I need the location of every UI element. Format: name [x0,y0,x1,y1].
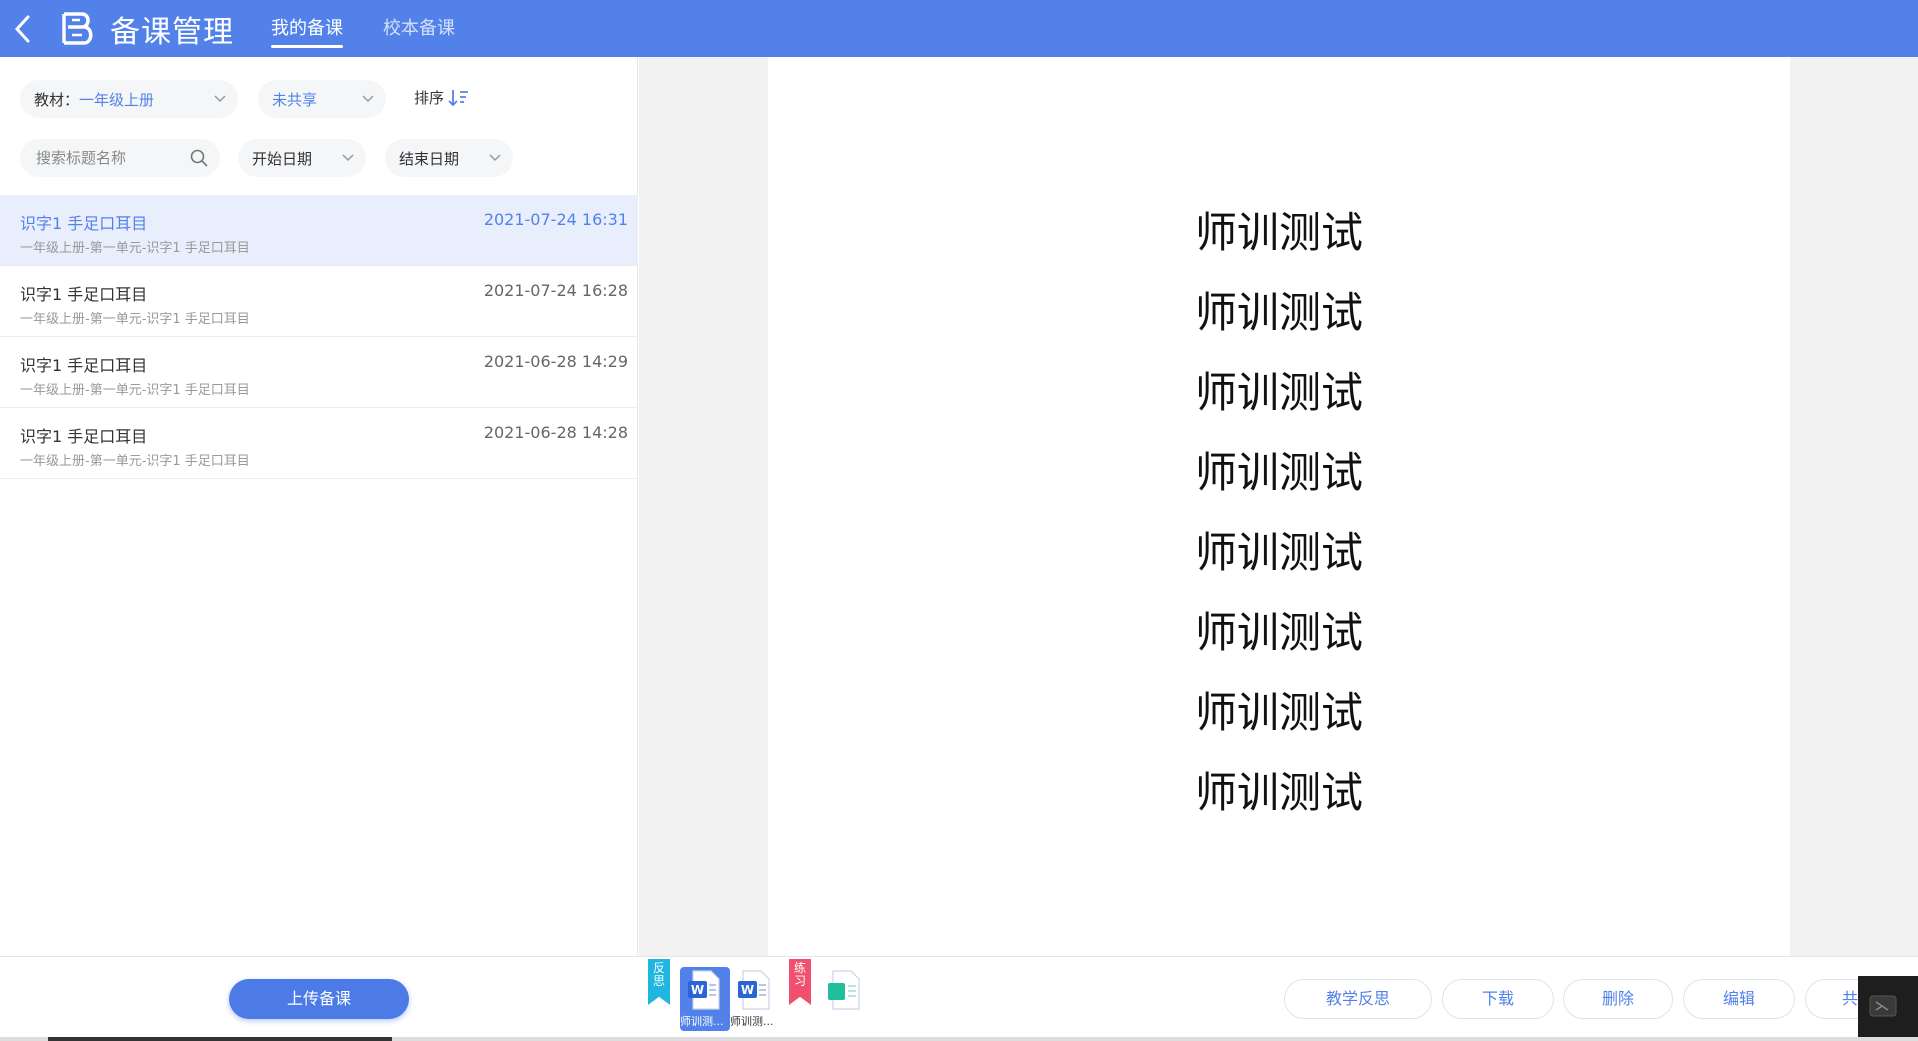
tab-my-lessons[interactable]: 我的备课 [271,14,343,48]
app-logo-icon [62,11,93,45]
file-name: 师训测... [730,1015,774,1028]
document-text-line: 师训测试 [1194,208,1363,257]
scrollbar-thumb[interactable] [48,1037,392,1041]
file-chip[interactable] [820,967,870,1031]
document-text-line: 师训测试 [1194,368,1363,417]
chevron-down-icon [342,154,354,162]
end-date-label: 结束日期 [399,149,460,168]
delete-button[interactable]: 删除 [1563,979,1673,1019]
list-item[interactable]: 识字1 手足口耳目 一年级上册-第一单元-识字1 手足口耳目 2021-07-2… [0,195,638,266]
chevron-left-icon [14,15,30,42]
bottom-toolbar: 上传备课 反思 W 师训测... W 师训测... 练习 教学反思 下载 删除 … [0,956,1918,1041]
screen-cast-icon [1869,995,1897,1017]
search-input[interactable] [36,149,176,167]
list-item[interactable]: 识字1 手足口耳目 一年级上册-第一单元-识字1 手足口耳目 2021-07-2… [0,266,638,337]
search-icon[interactable] [190,149,208,167]
lesson-title: 识字1 手足口耳目 [20,285,148,304]
word-doc-icon: W [688,970,720,1010]
lesson-path: 一年级上册-第一单元-识字1 手足口耳目 [20,383,250,398]
document-text-line: 师训测试 [1194,448,1363,497]
lesson-title: 识字1 手足口耳目 [20,427,148,446]
sort-icon [448,89,469,106]
list-item[interactable]: 识字1 手足口耳目 一年级上册-第一单元-识字1 手足口耳目 2021-06-2… [0,337,638,408]
share-status-select[interactable]: 未共享 [258,80,386,118]
document-text-line: 师训测试 [1194,768,1363,817]
svg-text:W: W [691,983,704,997]
top-bar: 备课管理 我的备课 校本备课 [0,0,1918,57]
lesson-title: 识字1 手足口耳目 [20,356,148,375]
chevron-down-icon [489,154,501,162]
app-title: 备课管理 [110,14,234,50]
list-item[interactable]: 识字1 手足口耳目 一年级上册-第一单元-识字1 手足口耳目 2021-06-2… [0,408,638,479]
svg-text:W: W [741,983,754,997]
lesson-path: 一年级上册-第一单元-识字1 手足口耳目 [20,312,250,327]
share-status-value: 未共享 [272,90,318,109]
tab-school-lessons[interactable]: 校本备课 [383,14,455,40]
sort-label: 排序 [414,89,445,107]
search-box [20,139,220,177]
back-button[interactable] [0,0,44,57]
file-chip[interactable]: W 师训测... [680,967,730,1031]
lesson-time: 2021-06-28 14:29 [483,352,628,371]
document-text-line: 师训测试 [1194,528,1363,577]
document-page: 师训测试 师训测试 师训测试 师训测试 师训测试 师训测试 师训测试 师训测试 [768,57,1790,957]
textbook-label: 教材： [34,90,80,109]
textbook-value: 一年级上册 [79,90,155,109]
practice-sheet-icon [828,970,860,1010]
lesson-title: 识字1 手足口耳目 [20,214,148,233]
lesson-time: 2021-07-24 16:28 [483,281,628,300]
download-button[interactable]: 下载 [1442,979,1554,1019]
teaching-reflection-button[interactable]: 教学反思 [1284,979,1432,1019]
sort-button[interactable]: 排序 [414,87,470,108]
word-doc-icon: W [738,970,770,1010]
file-chip[interactable]: W 师训测... [730,967,780,1031]
practice-ribbon: 练习 [789,959,811,1005]
chevron-down-icon [362,95,374,103]
start-date-picker[interactable]: 开始日期 [238,139,366,177]
lesson-time: 2021-06-28 14:28 [483,423,628,442]
lesson-path: 一年级上册-第一单元-识字1 手足口耳目 [20,241,250,256]
horizontal-scrollbar[interactable] [0,1037,1918,1041]
lesson-path: 一年级上册-第一单元-识字1 手足口耳目 [20,454,250,469]
end-date-picker[interactable]: 结束日期 [385,139,513,177]
document-text-line: 师训测试 [1194,688,1363,737]
document-text-line: 师训测试 [1194,608,1363,657]
lesson-list: 识字1 手足口耳目 一年级上册-第一单元-识字1 手足口耳目 2021-07-2… [0,195,638,479]
textbook-select[interactable]: 教材： 一年级上册 [20,80,238,118]
floating-widget[interactable] [1858,976,1918,1041]
start-date-label: 开始日期 [252,149,313,168]
chevron-down-icon [214,95,226,103]
reflection-ribbon: 反思 [648,959,670,1005]
edit-button[interactable]: 编辑 [1683,979,1795,1019]
lesson-list-pane: 教材： 一年级上册 未共享 排序 开始日期 结束日期 识字1 手足口耳目 一年级… [0,57,638,957]
lesson-time: 2021-07-24 16:31 [483,210,628,229]
document-text-line: 师训测试 [1194,288,1363,337]
upload-lesson-button[interactable]: 上传备课 [229,979,409,1019]
